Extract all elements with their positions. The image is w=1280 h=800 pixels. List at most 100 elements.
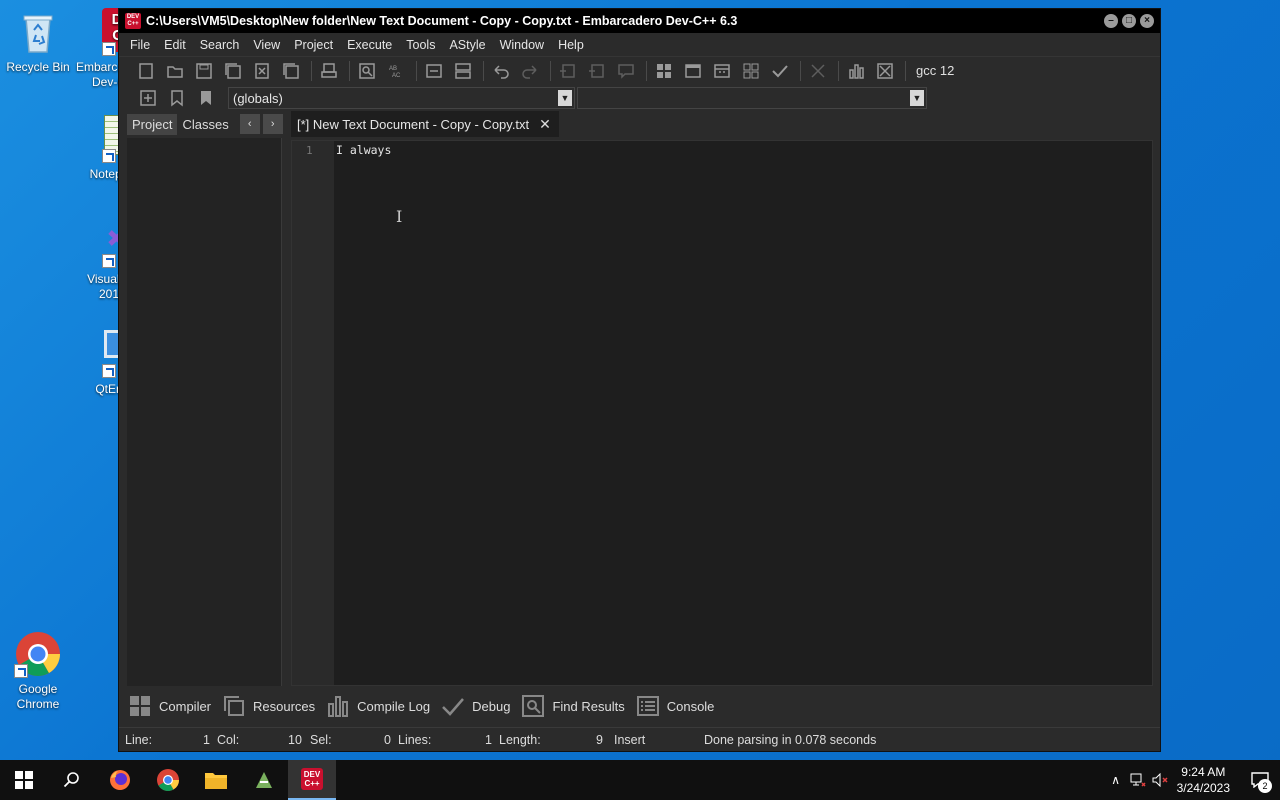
menu-edit[interactable]: Edit bbox=[157, 38, 193, 52]
save-all-icon[interactable] bbox=[220, 59, 245, 83]
tab-editor-file[interactable]: [*] New Text Document - Copy - Copy.txt … bbox=[291, 111, 559, 137]
globals-combo[interactable]: (globals) ▼ bbox=[228, 87, 575, 109]
title-bar[interactable]: DEV C++ C:\Users\VM5\Desktop\New folder\… bbox=[119, 9, 1160, 33]
menu-file[interactable]: File bbox=[123, 38, 157, 52]
compile-log-icon bbox=[325, 694, 351, 718]
chevron-right-icon[interactable]: › bbox=[262, 114, 283, 134]
window-title: C:\Users\VM5\Desktop\New folder\New Text… bbox=[146, 14, 738, 28]
menu-view[interactable]: View bbox=[246, 38, 287, 52]
menu-astyle[interactable]: AStyle bbox=[442, 38, 492, 52]
chevron-down-icon[interactable]: ▼ bbox=[910, 90, 924, 106]
taskbar-firefox[interactable] bbox=[96, 760, 144, 800]
recycle-bin-icon bbox=[14, 8, 62, 56]
profile-icon[interactable] bbox=[843, 59, 868, 83]
toolbar-separator bbox=[646, 60, 647, 81]
status-sel-value: 0 bbox=[384, 732, 391, 747]
close-all-icon[interactable] bbox=[278, 59, 303, 83]
comment-icon[interactable] bbox=[613, 59, 638, 83]
save-icon[interactable] bbox=[191, 59, 216, 83]
search-button[interactable] bbox=[48, 760, 96, 800]
taskbar-devcpp[interactable]: DEV C++ bbox=[288, 760, 336, 800]
status-length-label: Length: bbox=[499, 732, 541, 747]
close-file-icon[interactable] bbox=[249, 59, 274, 83]
devcpp-app-icon: DEV C++ bbox=[125, 13, 141, 29]
menu-bar: File Edit Search View Project Execute To… bbox=[119, 33, 1160, 56]
menu-execute[interactable]: Execute bbox=[340, 38, 399, 52]
indent-icon[interactable] bbox=[555, 59, 580, 83]
tab-find-results[interactable]: Find Results bbox=[520, 694, 625, 718]
print-icon[interactable] bbox=[316, 59, 341, 83]
goto-bookmark-icon[interactable] bbox=[193, 86, 218, 110]
status-lines-value: 1 bbox=[485, 732, 492, 747]
taskbar-app[interactable] bbox=[240, 760, 288, 800]
left-pane-tabs: Project Classes ‹ › bbox=[127, 112, 283, 136]
menu-tools[interactable]: Tools bbox=[399, 38, 442, 52]
toggle-bookmark-icon[interactable] bbox=[164, 86, 189, 110]
redo-icon[interactable] bbox=[517, 59, 542, 83]
start-button[interactable] bbox=[0, 760, 48, 800]
tab-debug[interactable]: Debug bbox=[440, 694, 510, 718]
project-browser[interactable] bbox=[127, 138, 282, 686]
run-icon[interactable] bbox=[680, 59, 705, 83]
tab-project[interactable]: Project bbox=[127, 113, 178, 135]
tab-compile-log[interactable]: Compile Log bbox=[325, 694, 430, 718]
delete-profile-icon[interactable] bbox=[872, 59, 897, 83]
status-col-label: Col: bbox=[217, 732, 240, 747]
toolbar-separator bbox=[311, 60, 312, 81]
globals-combo-value: (globals) bbox=[233, 90, 283, 106]
tab-compiler[interactable]: Compiler bbox=[127, 694, 211, 718]
replace-icon[interactable]: AB AC bbox=[383, 59, 408, 83]
menu-project[interactable]: Project bbox=[287, 38, 340, 52]
chevron-left-icon[interactable]: ‹ bbox=[239, 114, 260, 134]
minimize-button[interactable]: – bbox=[1104, 14, 1118, 28]
taskbar-file-explorer[interactable] bbox=[192, 760, 240, 800]
insert-icon[interactable] bbox=[135, 86, 160, 110]
windows-logo-icon bbox=[15, 771, 33, 789]
syntax-check-icon[interactable] bbox=[767, 59, 792, 83]
open-folder-icon[interactable] bbox=[162, 59, 187, 83]
toolbar-separator bbox=[838, 60, 839, 81]
close-button[interactable]: × bbox=[1140, 14, 1154, 28]
tab-resources[interactable]: Resources bbox=[221, 694, 315, 718]
tab-console[interactable]: Console bbox=[635, 694, 715, 718]
desktop-icon-chrome[interactable]: Google Chrome bbox=[0, 630, 76, 712]
shortcut-arrow-icon bbox=[102, 254, 116, 268]
line-number: 1 bbox=[306, 144, 313, 157]
volume-muted-icon[interactable] bbox=[1149, 770, 1171, 790]
app-icon bbox=[256, 772, 272, 788]
compile-run-icon[interactable] bbox=[709, 59, 734, 83]
menu-help[interactable]: Help bbox=[551, 38, 591, 52]
compiler-selector[interactable]: gcc 12 bbox=[916, 63, 954, 78]
tab-classes[interactable]: Classes bbox=[177, 114, 233, 135]
goto-line-icon[interactable] bbox=[421, 59, 446, 83]
toolbar-separator bbox=[416, 60, 417, 81]
unindent-icon[interactable] bbox=[584, 59, 609, 83]
find-icon[interactable] bbox=[354, 59, 379, 83]
new-file-icon[interactable] bbox=[133, 59, 158, 83]
rebuild-all-icon[interactable] bbox=[738, 59, 763, 83]
chevron-up-icon[interactable]: ∧ bbox=[1105, 770, 1127, 790]
status-length-value: 9 bbox=[596, 732, 603, 747]
status-line-label: Line: bbox=[125, 732, 153, 747]
desktop-icon-recycle-bin[interactable]: Recycle Bin bbox=[0, 8, 76, 75]
tab-debug-label: Debug bbox=[472, 698, 511, 714]
menu-search[interactable]: Search bbox=[193, 38, 247, 52]
compile-icon[interactable] bbox=[651, 59, 676, 83]
clock-date: 3/24/2023 bbox=[1176, 781, 1230, 795]
code-editor[interactable]: 1 I always bbox=[291, 140, 1153, 686]
taskbar-chrome[interactable] bbox=[144, 760, 192, 800]
toggle-comment-icon[interactable] bbox=[450, 59, 475, 83]
menu-window[interactable]: Window bbox=[493, 38, 551, 52]
maximize-button[interactable]: □ bbox=[1122, 14, 1136, 28]
undo-icon[interactable] bbox=[488, 59, 513, 83]
clock[interactable]: 9:24 AM 3/24/2023 bbox=[1171, 764, 1240, 796]
close-icon[interactable]: ✕ bbox=[539, 116, 551, 133]
code-line[interactable]: I always bbox=[336, 143, 391, 157]
stop-execution-icon[interactable] bbox=[805, 59, 830, 83]
chevron-down-icon[interactable]: ▼ bbox=[558, 90, 572, 106]
members-combo[interactable]: ▼ bbox=[577, 87, 927, 109]
network-icon[interactable] bbox=[1127, 770, 1149, 790]
tab-console-label: Console bbox=[666, 698, 715, 714]
action-center-button[interactable]: 2 bbox=[1240, 760, 1280, 800]
compiler-icon bbox=[127, 694, 153, 718]
